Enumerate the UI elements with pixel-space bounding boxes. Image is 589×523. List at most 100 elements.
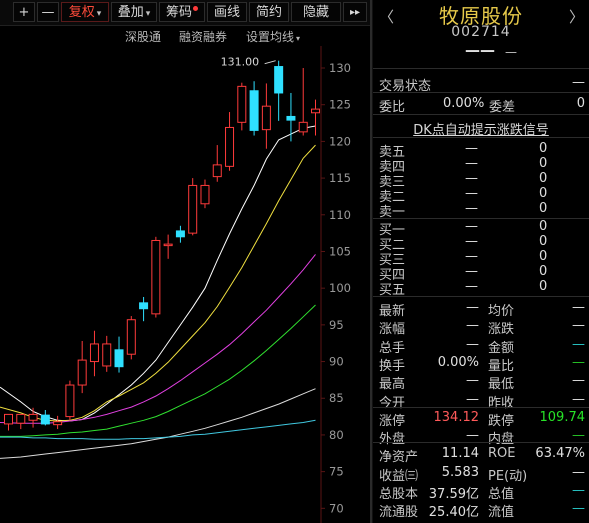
stat-label: 流通股 bbox=[379, 505, 419, 521]
sell-row[interactable]: 卖二 —0 bbox=[373, 186, 589, 205]
chouma-button[interactable]: 筹码 bbox=[159, 2, 205, 22]
weibi-row: 委比 0.00% 委差 0 bbox=[373, 96, 589, 115]
divider bbox=[373, 442, 589, 443]
buy-volume: 0 bbox=[539, 234, 548, 249]
sell-row[interactable]: 卖五 —0 bbox=[373, 141, 589, 160]
high-price-label: 131.00 bbox=[221, 56, 260, 69]
divider bbox=[373, 137, 589, 138]
stat-value: 63.47% bbox=[535, 446, 585, 462]
stat-value: — bbox=[572, 300, 585, 315]
stat-label: 量比 bbox=[488, 358, 515, 374]
sell-volume: 0 bbox=[539, 156, 548, 171]
candle-body bbox=[114, 349, 124, 368]
chevron-down-icon: ▾ bbox=[296, 34, 301, 43]
zoom-out-button[interactable]: — bbox=[37, 2, 59, 22]
stat-value: 5.583 bbox=[441, 464, 479, 480]
diejia-label: 叠加 bbox=[117, 5, 144, 20]
buy-row[interactable]: 买五 —0 bbox=[373, 279, 589, 298]
candle-body bbox=[311, 108, 320, 114]
candle bbox=[89, 330, 99, 377]
price-tick-label: 90 bbox=[329, 355, 344, 369]
candle-body bbox=[4, 413, 13, 425]
candle-body bbox=[200, 184, 210, 205]
set-ma-label: 设置均线 bbox=[246, 30, 295, 44]
rongzi-link[interactable]: 融资融券 bbox=[179, 28, 227, 45]
stat-label: 最高 bbox=[379, 377, 406, 393]
candle bbox=[225, 112, 235, 171]
sell-row[interactable]: 卖三 —0 bbox=[373, 171, 589, 190]
price-tick-label: 80 bbox=[329, 428, 344, 442]
stat-value: 11.14 bbox=[441, 446, 479, 462]
candle bbox=[28, 407, 38, 428]
stat-value: — bbox=[466, 391, 479, 407]
buy-volume: 0 bbox=[539, 249, 548, 264]
buy-row[interactable]: 买四 —0 bbox=[373, 264, 589, 283]
sell-row[interactable]: 卖一 —0 bbox=[373, 201, 589, 220]
candle-body bbox=[286, 115, 296, 121]
stat-label: 涨停 bbox=[379, 413, 406, 429]
stats-row: 涨停 134.12 跌停 109.74 bbox=[373, 409, 589, 429]
candle bbox=[311, 99, 320, 136]
candle-body bbox=[40, 414, 50, 425]
stat-label: 涨跌 bbox=[488, 322, 515, 338]
candle bbox=[126, 316, 136, 360]
stat-value: — bbox=[572, 373, 585, 389]
shengutong-link[interactable]: 深股通 bbox=[125, 28, 161, 45]
next-arrows-icon[interactable]: ▸▸ bbox=[343, 2, 367, 22]
stat-label: 换手 bbox=[379, 358, 406, 374]
candle bbox=[77, 341, 87, 394]
candle bbox=[102, 335, 112, 372]
stat-value: — bbox=[466, 373, 479, 389]
trade-status-row: 交易状态 — bbox=[373, 75, 589, 94]
candle-body bbox=[89, 343, 99, 363]
dk-signal-link[interactable]: DK点自动提示涨跌信号 bbox=[373, 119, 589, 138]
fuquan-dropdown[interactable]: 复权 ▾ bbox=[61, 2, 109, 22]
candle bbox=[188, 178, 198, 236]
buy-row[interactable]: 买三 —0 bbox=[373, 249, 589, 268]
stats-row: 涨幅 — 涨跌 — bbox=[373, 318, 589, 338]
diejia-dropdown[interactable]: 叠加 ▾ bbox=[111, 2, 157, 22]
stat-label: 收益㈢ bbox=[379, 468, 419, 484]
jianyue-button[interactable]: 简约 bbox=[249, 2, 289, 22]
price-tick-label: 125 bbox=[329, 98, 351, 112]
stat-value: 25.40亿 bbox=[428, 505, 479, 521]
stats-row: 流通股 25.40亿 流值 — bbox=[373, 501, 589, 521]
candle bbox=[175, 225, 185, 243]
stat-value: 134.12 bbox=[433, 409, 480, 425]
chart-subbar: 深股通 融资融券 设置均线 ▾ bbox=[0, 26, 370, 46]
candle bbox=[298, 68, 308, 136]
weibi-label: 委比 bbox=[379, 100, 406, 115]
divider bbox=[373, 407, 589, 408]
stat-value: — bbox=[572, 501, 585, 517]
candle-body bbox=[53, 421, 63, 426]
sell-row[interactable]: 卖四 —0 bbox=[373, 156, 589, 175]
zoom-in-button[interactable]: + bbox=[13, 2, 35, 22]
kline-chart[interactable]: 130 125 120 115 110 105 100 95 90 85 80 75 70 131.00 bbox=[0, 46, 370, 523]
candle-body bbox=[102, 343, 112, 367]
set-ma-dropdown[interactable]: 设置均线 ▾ bbox=[246, 28, 300, 45]
huaxian-button[interactable]: 画线 bbox=[207, 2, 247, 22]
candle bbox=[4, 413, 13, 431]
candle-body bbox=[126, 319, 136, 355]
candle bbox=[212, 145, 222, 182]
buy-volume: 0 bbox=[539, 219, 548, 234]
buy-row[interactable]: 买一 —0 bbox=[373, 219, 589, 238]
candle-body bbox=[225, 126, 235, 167]
buy-row[interactable]: 买二 —0 bbox=[373, 234, 589, 253]
candle bbox=[65, 380, 75, 421]
stat-value: — bbox=[466, 300, 479, 315]
candle bbox=[163, 234, 173, 259]
stat-label: 总手 bbox=[379, 340, 406, 356]
sell-price: — bbox=[465, 156, 478, 171]
price-tick-label: 130 bbox=[329, 61, 351, 75]
sell-price: — bbox=[465, 201, 478, 216]
candle bbox=[139, 296, 149, 322]
buy-price: — bbox=[465, 279, 478, 294]
stat-label: 净资产 bbox=[379, 450, 419, 466]
chevron-down-icon: ▾ bbox=[96, 9, 102, 19]
stats-row: 换手 0.00% 量比 — bbox=[373, 355, 589, 374]
yincang-button[interactable]: 隐藏 bbox=[291, 2, 341, 22]
high-arrow bbox=[264, 60, 276, 65]
stat-label: 总值 bbox=[488, 487, 515, 502]
sell-volume: 0 bbox=[539, 171, 548, 186]
